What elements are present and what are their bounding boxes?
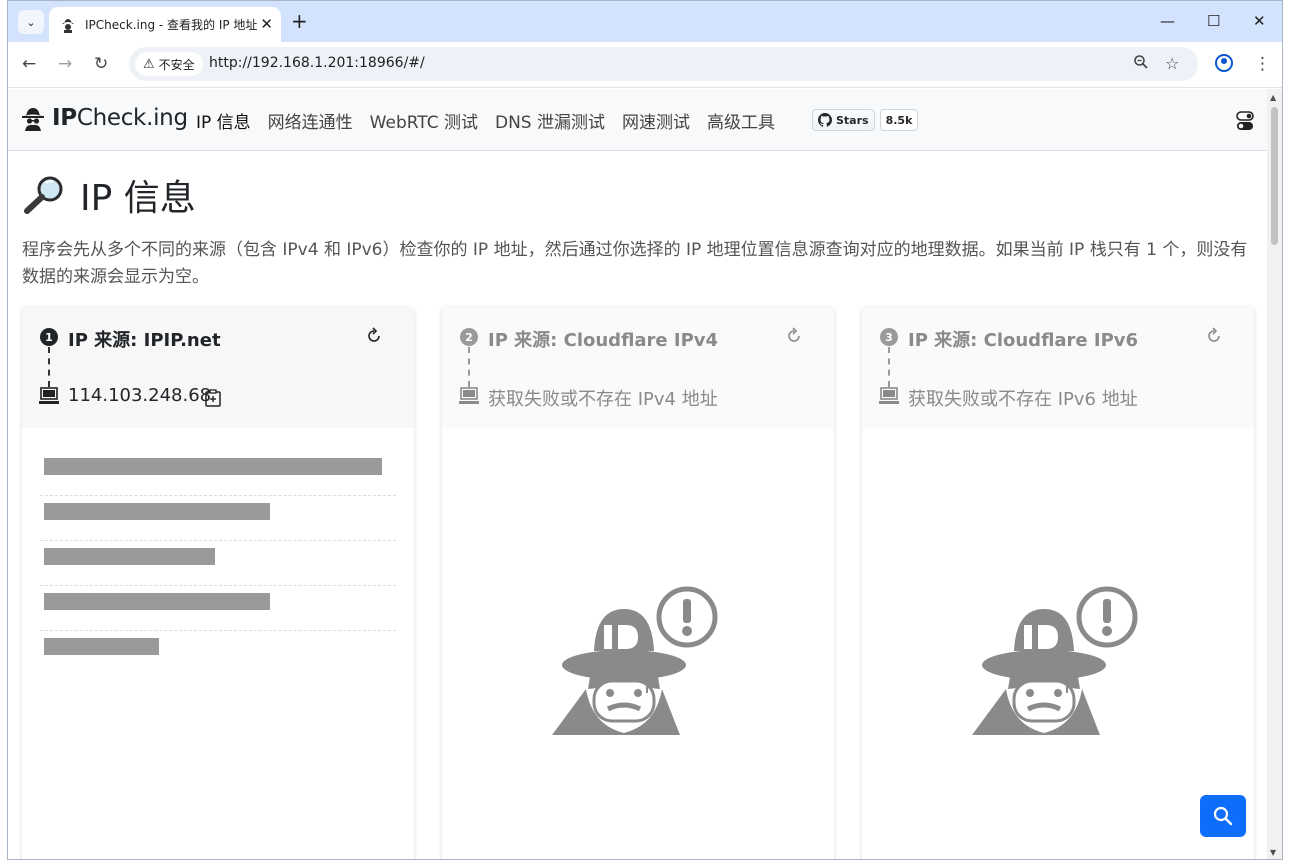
- computer-icon: [39, 387, 59, 404]
- ip-address: 114.103.248.68: [68, 385, 212, 406]
- browser-tab[interactable]: IPCheck.ing - 查看我的 IP 地址 ✕: [49, 7, 281, 42]
- spy-logo-icon: [22, 108, 44, 131]
- skeleton-row: [40, 586, 396, 631]
- brand-logo[interactable]: IPCheck.ing: [20, 105, 188, 131]
- source-title: IP 来源: Cloudflare IPv4: [488, 330, 719, 351]
- refresh-icon[interactable]: [784, 326, 804, 346]
- source-title: IP 来源: Cloudflare IPv6: [908, 330, 1139, 351]
- nav-ip-info[interactable]: IP 信息: [196, 108, 251, 133]
- spy-not-found-icon: [972, 586, 1138, 735]
- site-nav-links: IP 信息 网络连通性 WebRTC 测试 DNS 泄漏测试 网速测试 高级工具: [196, 108, 792, 133]
- preferences-toggle-icon[interactable]: [1236, 111, 1254, 131]
- skeleton-row: [40, 496, 396, 541]
- magnifier-icon: [24, 176, 63, 214]
- step-badge: 2: [460, 328, 478, 346]
- address-bar[interactable]: ⚠ 不安全 http://192.168.1.201:18966/#/ ☆: [129, 47, 1198, 81]
- close-window-button[interactable]: ✕: [1253, 11, 1266, 31]
- tab-strip: ⌄ IPCheck.ing - 查看我的 IP 地址 ✕ + — ☐ ✕: [8, 1, 1282, 42]
- nav-connectivity[interactable]: 网络连通性: [268, 108, 353, 133]
- tab-search-button[interactable]: ⌄: [18, 10, 44, 34]
- site-navbar: IPCheck.ing IP 信息 网络连通性 WebRTC 测试 DNS 泄漏…: [8, 89, 1269, 151]
- security-label: 不安全: [158, 57, 195, 72]
- refresh-icon[interactable]: [1204, 326, 1224, 346]
- ip-source-card-2: 2 IP 来源: Cloudflare IPv4 获取失败或不存在 IPv4 地…: [442, 307, 834, 859]
- search-fab-button[interactable]: [1200, 795, 1246, 837]
- skeleton-row: [40, 541, 396, 586]
- spy-not-found-icon: [552, 586, 718, 735]
- card-header: 1 IP 来源: IPIP.net 114.103.248.68: [22, 307, 414, 428]
- tab-title: IPCheck.ing - 查看我的 IP 地址: [85, 18, 257, 32]
- github-stars-widget[interactable]: Stars 8.5k: [812, 109, 919, 131]
- page-title: IP 信息: [22, 169, 196, 221]
- ip-source-card-3: 3 IP 来源: Cloudflare IPv6 获取失败或不存在 IPv6 地…: [862, 307, 1254, 859]
- nav-webrtc[interactable]: WebRTC 测试: [370, 108, 478, 133]
- page-viewport: IPCheck.ing IP 信息 网络连通性 WebRTC 测试 DNS 泄漏…: [8, 89, 1269, 859]
- scroll-down-arrow[interactable]: ▼: [1270, 848, 1276, 857]
- page-scrollbar[interactable]: ▲ ▼: [1267, 89, 1282, 859]
- zoom-icon[interactable]: [1133, 54, 1149, 74]
- browser-window: ⌄ IPCheck.ing - 查看我的 IP 地址 ✕ + — ☐ ✕ ← →…: [7, 0, 1283, 860]
- intro-text: 程序会先从多个不同的来源（包含 IPv4 和 IPv6）检查你的 IP 地址，然…: [22, 240, 1248, 287]
- new-tab-button[interactable]: +: [291, 10, 308, 32]
- card-header: 3 IP 来源: Cloudflare IPv6 获取失败或不存在 IPv6 地…: [862, 307, 1254, 428]
- github-icon: [818, 113, 832, 127]
- step-connector: [468, 347, 470, 387]
- page-heading: IP 信息: [80, 178, 196, 219]
- skeleton-bar: [44, 548, 215, 565]
- step-badge: 1: [40, 328, 58, 346]
- browser-toolbar: ← → ↻ ⚠ 不安全 http://192.168.1.201:18966/#…: [8, 42, 1282, 88]
- brand-name: IPCheck.ing: [52, 105, 188, 131]
- github-stars-count[interactable]: 8.5k: [879, 109, 919, 131]
- skeleton-row: [40, 631, 396, 676]
- url-text[interactable]: http://192.168.1.201:18966/#/: [209, 55, 425, 71]
- ip-status: 获取失败或不存在 IPv4 地址: [488, 389, 718, 410]
- scroll-up-arrow[interactable]: ▲: [1270, 93, 1276, 102]
- back-button[interactable]: ←: [22, 54, 36, 74]
- ip-status: 获取失败或不存在 IPv6 地址: [908, 389, 1138, 410]
- menu-icon[interactable]: ⋮: [1254, 54, 1271, 74]
- skeleton-row: [40, 451, 396, 496]
- copy-icon[interactable]: [205, 389, 221, 407]
- step-connector: [888, 347, 890, 387]
- skeleton-bar: [44, 638, 159, 655]
- nav-dns-leak[interactable]: DNS 泄漏测试: [495, 108, 605, 133]
- tab-close-icon[interactable]: ✕: [260, 15, 273, 33]
- reload-button[interactable]: ↻: [94, 54, 108, 74]
- star-icon[interactable]: ☆: [1165, 54, 1179, 73]
- skeleton-bar: [44, 503, 270, 520]
- forward-button[interactable]: →: [58, 54, 72, 74]
- card-header: 2 IP 来源: Cloudflare IPv4 获取失败或不存在 IPv4 地…: [442, 307, 834, 428]
- refresh-icon[interactable]: [364, 326, 384, 346]
- chevron-down-icon: ⌄: [26, 15, 36, 29]
- ip-source-card-1: 1 IP 来源: IPIP.net 114.103.248.68: [22, 307, 414, 859]
- skeleton-bar: [44, 458, 382, 475]
- scroll-thumb[interactable]: [1271, 107, 1278, 245]
- search-icon: [1213, 806, 1233, 826]
- github-stars-label: Stars: [836, 113, 869, 127]
- maximize-button[interactable]: ☐: [1207, 11, 1220, 31]
- computer-icon: [879, 387, 899, 404]
- profile-icon[interactable]: [1215, 54, 1233, 72]
- skeleton-bar: [44, 593, 270, 610]
- step-badge: 3: [880, 328, 898, 346]
- security-chip[interactable]: ⚠ 不安全: [135, 52, 203, 76]
- computer-icon: [459, 387, 479, 404]
- nav-speedtest[interactable]: 网速测试: [622, 108, 690, 133]
- source-title: IP 来源: IPIP.net: [68, 330, 221, 351]
- step-connector: [48, 347, 50, 387]
- warning-icon: ⚠: [143, 56, 155, 72]
- minimize-button[interactable]: —: [1160, 11, 1175, 31]
- spy-favicon-icon: [59, 16, 77, 34]
- github-stars-button[interactable]: Stars: [812, 109, 875, 131]
- nav-advanced-tools[interactable]: 高级工具: [707, 108, 775, 133]
- loading-skeleton: [40, 451, 396, 676]
